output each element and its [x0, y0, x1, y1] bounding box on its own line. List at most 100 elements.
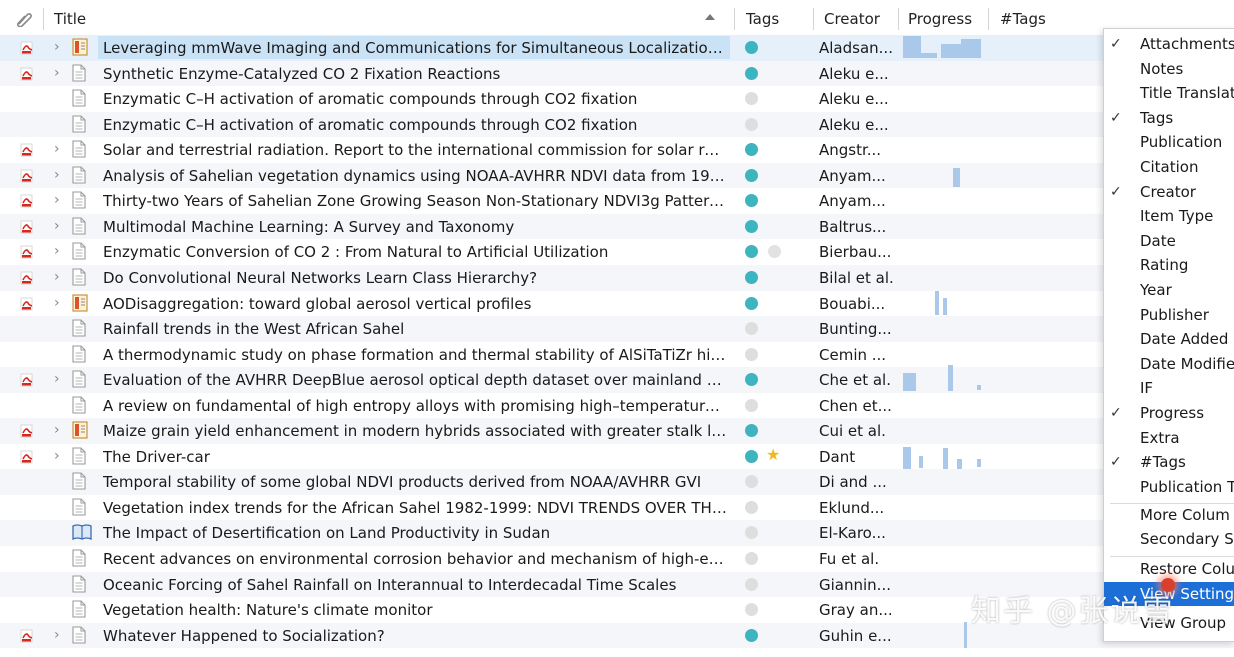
item-creator[interactable]: Aleku e... [819, 61, 899, 87]
item-creator[interactable]: Che et al. [819, 367, 899, 393]
menu-item-tags[interactable]: ✓ Tags [1104, 106, 1234, 130]
chevron-right-icon[interactable]: › [54, 269, 60, 285]
menu-item-citation[interactable]: Citation [1104, 155, 1234, 179]
item-row[interactable]: Enzymatic C–H activation of aromatic com… [0, 111, 1234, 138]
menu-item-title-translat[interactable]: Title Translat [1104, 81, 1234, 105]
menu-item-date[interactable]: Date [1104, 229, 1234, 253]
item-title[interactable]: Maize grain yield enhancement in modern … [103, 418, 727, 444]
chevron-right-icon[interactable]: › [54, 167, 60, 183]
item-row[interactable]: › Thirty-two Years of Sahelian Zone Growi… [0, 188, 1234, 214]
item-creator[interactable]: Bouabi... [819, 291, 899, 317]
item-creator[interactable]: Fu et al. [819, 546, 899, 572]
chevron-right-icon[interactable]: › [54, 192, 60, 208]
item-title[interactable]: Thirty-two Years of Sahelian Zone Growin… [103, 188, 727, 214]
paperclip-icon[interactable] [14, 11, 32, 27]
item-row[interactable]: › Evaluation of the AVHRR DeepBlue aeroso… [0, 367, 1234, 393]
item-title[interactable]: Leveraging mmWave Imaging and Communicat… [103, 35, 727, 61]
pdf-attachment-icon[interactable] [20, 424, 34, 438]
item-creator[interactable]: Aleku e... [819, 112, 899, 138]
item-title[interactable]: Rainfall trends in the West African Sahe… [103, 316, 727, 342]
chevron-right-icon[interactable]: › [54, 218, 60, 234]
pdf-attachment-icon[interactable] [20, 194, 34, 208]
item-creator[interactable]: Cemin ... [819, 342, 899, 368]
menu-item-creator[interactable]: ✓ Creator [1104, 180, 1234, 204]
item-row[interactable]: A review on fundamental of high entropy … [0, 393, 1234, 419]
item-creator[interactable]: Aleku e... [819, 86, 899, 112]
column-separator[interactable] [813, 8, 814, 30]
menu-item-date-added[interactable]: Date Added [1104, 327, 1234, 351]
chevron-right-icon[interactable]: › [54, 627, 60, 643]
item-title[interactable]: Recent advances on environmental corrosi… [103, 546, 727, 572]
chevron-right-icon[interactable]: › [54, 448, 60, 464]
item-creator[interactable]: Gray an... [819, 597, 899, 623]
column-header-progress[interactable]: Progress [908, 0, 972, 35]
menu-item-date-modifie[interactable]: Date Modifie [1104, 352, 1234, 376]
item-title[interactable]: Solar and terrestrial radiation. Report … [103, 137, 727, 163]
pdf-attachment-icon[interactable] [20, 220, 34, 234]
menu-item-more-columns[interactable]: More Colum [1104, 503, 1234, 527]
item-title[interactable]: Enzymatic C–H activation of aromatic com… [103, 112, 727, 138]
menu-item-publisher[interactable]: Publisher [1104, 303, 1234, 327]
item-creator[interactable]: Aladsan... [819, 35, 899, 61]
column-header-title[interactable]: Title [54, 0, 86, 35]
chevron-right-icon[interactable]: › [54, 39, 60, 55]
menu-item-rating[interactable]: Rating [1104, 253, 1234, 277]
pdf-attachment-icon[interactable] [20, 297, 34, 311]
column-separator[interactable] [988, 8, 989, 30]
item-title[interactable]: Analysis of Sahelian vegetation dynamics… [103, 163, 727, 189]
item-title[interactable]: Temporal stability of some global NDVI p… [103, 469, 727, 495]
pdf-attachment-icon[interactable] [20, 41, 34, 55]
column-separator[interactable] [734, 8, 735, 30]
menu-item-publication[interactable]: Publication [1104, 130, 1234, 154]
chevron-right-icon[interactable]: › [54, 422, 60, 438]
menu-item-publication-t[interactable]: Publication T [1104, 475, 1234, 499]
item-row[interactable]: › Synthetic Enzyme-Catalyzed CO 2 Fixatio… [0, 60, 1234, 87]
item-title[interactable]: Oceanic Forcing of Sahel Rainfall on Int… [103, 572, 727, 598]
item-creator[interactable]: Angstr... [819, 137, 899, 163]
item-row[interactable]: The Impact of Desertification on Land Pr… [0, 520, 1234, 547]
pdf-attachment-icon[interactable] [20, 169, 34, 183]
item-row[interactable]: Temporal stability of some global NDVI p… [0, 469, 1234, 495]
pdf-attachment-icon[interactable] [20, 143, 34, 157]
menu-item--tags[interactable]: ✓ #Tags [1104, 450, 1234, 474]
item-row[interactable]: A thermodynamic study on phase formation… [0, 342, 1234, 368]
item-title[interactable]: Whatever Happened to Socialization? [103, 623, 727, 649]
menu-item-notes[interactable]: Notes [1104, 57, 1234, 81]
column-header-tags[interactable]: Tags [746, 0, 779, 35]
item-creator[interactable]: Eklund... [819, 495, 899, 521]
chevron-right-icon[interactable]: › [54, 295, 60, 311]
item-creator[interactable]: Anyam... [819, 188, 899, 214]
item-creator[interactable]: Cui et al. [819, 418, 899, 444]
item-title[interactable]: A thermodynamic study on phase formation… [103, 342, 727, 368]
item-title[interactable]: The Driver-car [103, 444, 727, 470]
item-creator[interactable]: El-Karo... [819, 520, 899, 546]
item-title[interactable]: Enzymatic C–H activation of aromatic com… [103, 86, 727, 112]
item-creator[interactable]: Bilal et al. [819, 265, 899, 291]
menu-item-year[interactable]: Year [1104, 278, 1234, 302]
column-header-num-tags[interactable]: #Tags [1000, 0, 1046, 35]
column-separator[interactable] [43, 8, 44, 30]
item-row[interactable]: › Do Convolutional Neural Networks Learn … [0, 264, 1234, 291]
item-row[interactable]: › Maize grain yield enhancement in modern… [0, 418, 1234, 444]
pdf-attachment-icon[interactable] [20, 629, 34, 643]
item-title[interactable]: Vegetation health: Nature's climate moni… [103, 597, 727, 623]
menu-item-if[interactable]: IF [1104, 376, 1234, 400]
item-creator[interactable]: Di and ... [819, 469, 899, 495]
item-row[interactable]: › The Driver-car ★ Dant [0, 444, 1234, 470]
pdf-attachment-icon[interactable] [20, 450, 34, 464]
item-creator[interactable]: Dant [819, 444, 899, 470]
item-row[interactable]: › Analysis of Sahelian vegetation dynamic… [0, 162, 1234, 189]
chevron-right-icon[interactable]: › [54, 141, 60, 157]
item-title[interactable]: Vegetation index trends for the African … [103, 495, 727, 521]
chevron-right-icon[interactable]: › [54, 65, 60, 81]
item-row[interactable]: › Enzymatic Conversion of CO 2 : From Nat… [0, 239, 1234, 265]
item-row[interactable]: Recent advances on environmental corrosi… [0, 546, 1234, 572]
column-separator[interactable] [898, 8, 899, 30]
item-row[interactable]: › Leveraging mmWave Imaging and Communica… [0, 35, 1234, 61]
pdf-attachment-icon[interactable] [20, 271, 34, 285]
item-title[interactable]: Synthetic Enzyme-Catalyzed CO 2 Fixation… [103, 61, 727, 87]
item-title[interactable]: AODisaggregation: toward global aerosol … [103, 291, 727, 317]
item-creator[interactable]: Anyam... [819, 163, 899, 189]
item-row[interactable]: › Solar and terrestrial radiation. Report… [0, 137, 1234, 163]
menu-item-item-type[interactable]: Item Type [1104, 204, 1234, 228]
